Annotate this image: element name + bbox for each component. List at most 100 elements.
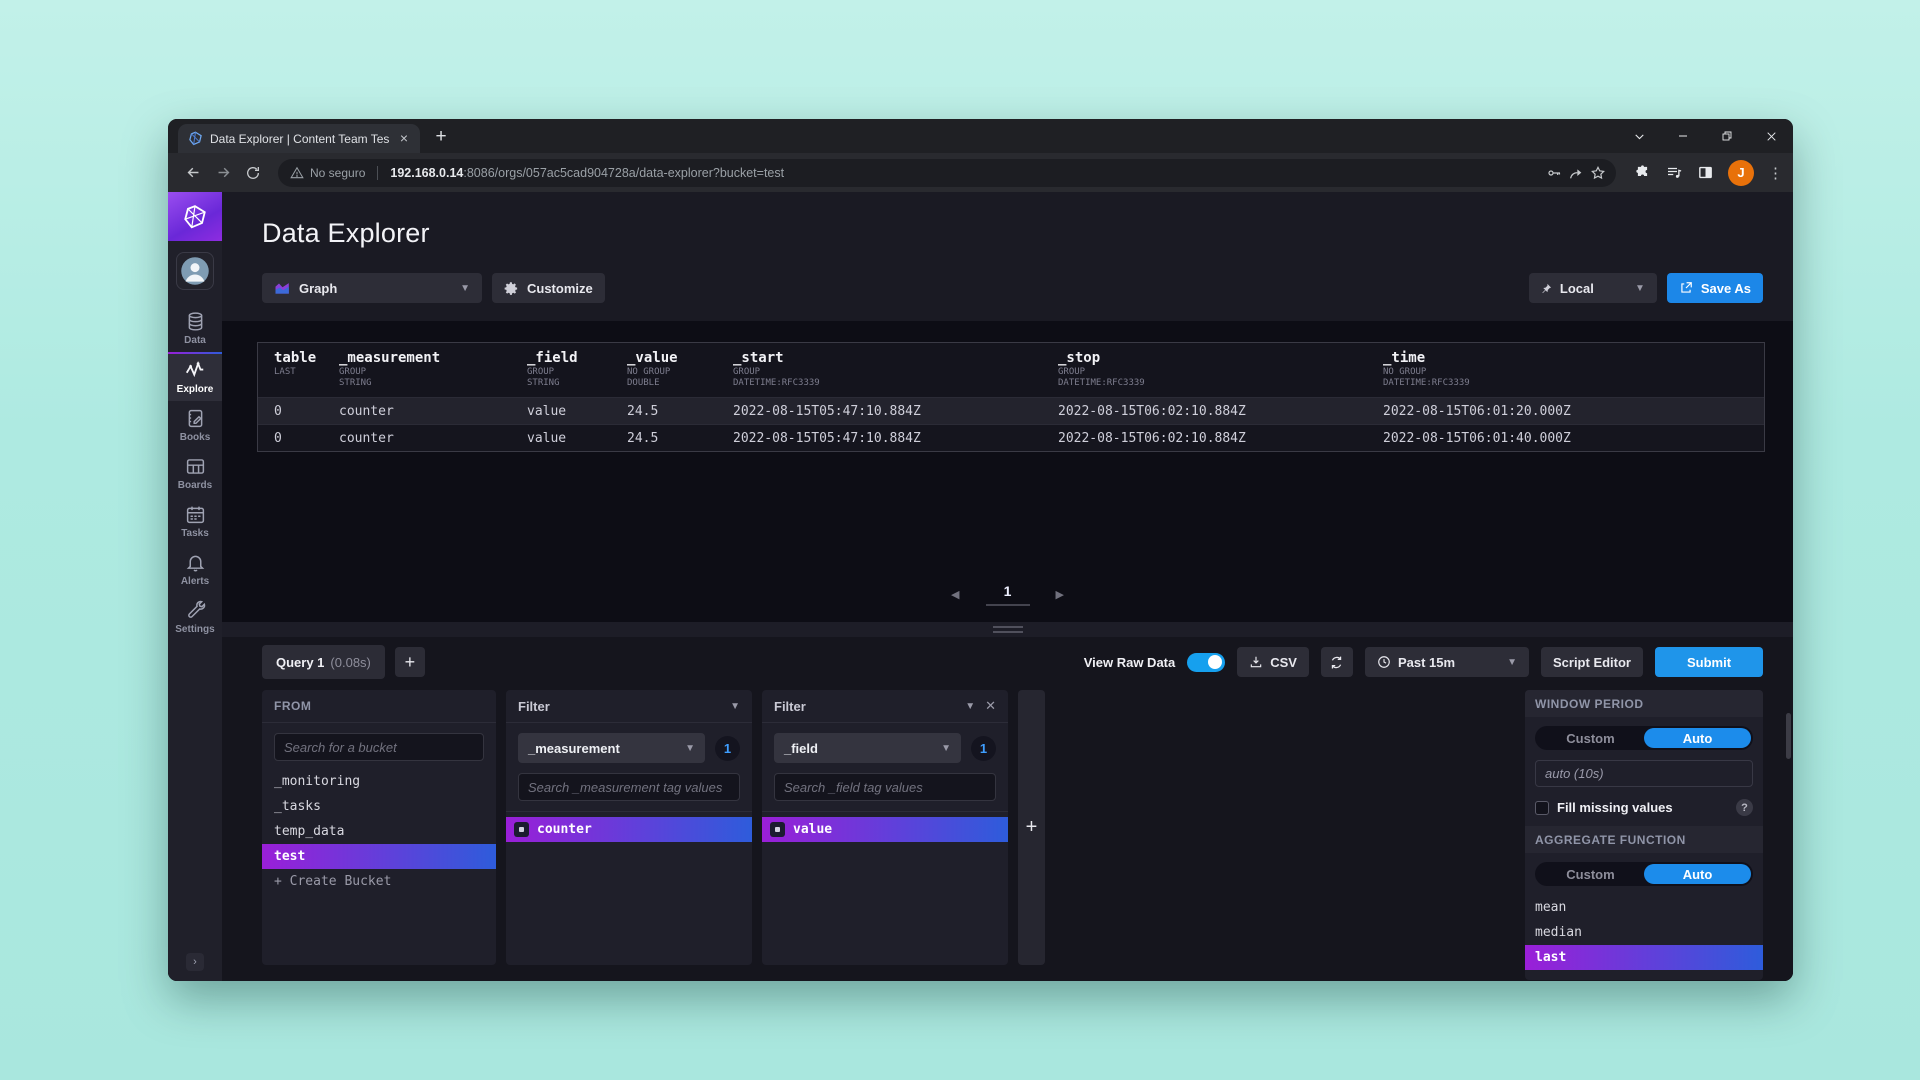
- column-header[interactable]: table: [274, 350, 339, 367]
- window-minimize-button[interactable]: [1661, 122, 1705, 150]
- extensions-puzzle-icon[interactable]: [1634, 164, 1651, 181]
- chevron-down-icon[interactable]: ▼: [965, 701, 975, 712]
- column-header[interactable]: _value: [627, 350, 733, 367]
- auto-option[interactable]: Auto: [1644, 864, 1751, 884]
- password-key-icon[interactable]: [1546, 165, 1562, 181]
- browser-menu-icon[interactable]: ⋮: [1768, 164, 1783, 182]
- tab-close-icon[interactable]: ×: [396, 131, 412, 147]
- filter-key-dropdown[interactable]: _measurement ▼: [518, 733, 705, 763]
- custom-option[interactable]: Custom: [1537, 864, 1644, 884]
- page-prev-icon[interactable]: ◀: [951, 588, 959, 601]
- query-tab[interactable]: Query 1 (0.08s): [262, 645, 385, 679]
- window-chevron-icon[interactable]: [1617, 122, 1661, 150]
- user-avatar[interactable]: [176, 252, 214, 290]
- sidebar-item-data[interactable]: Data: [168, 304, 222, 352]
- refresh-button[interactable]: [1321, 647, 1353, 677]
- graph-type-dropdown[interactable]: Graph ▼: [262, 273, 482, 303]
- window-restore-button[interactable]: [1705, 122, 1749, 150]
- checkbox-icon: [770, 822, 785, 837]
- filter-count-badge: 1: [971, 736, 996, 761]
- column-header[interactable]: _start: [733, 350, 1058, 367]
- url-text[interactable]: 192.168.0.14:8086/orgs/057ac5cad904728a/…: [390, 166, 1540, 180]
- security-label[interactable]: No seguro: [310, 166, 365, 180]
- function-item[interactable]: median: [1525, 920, 1763, 945]
- add-filter-card-button[interactable]: +: [1018, 690, 1045, 965]
- browser-tab[interactable]: Data Explorer | Content Team Tes ×: [178, 124, 420, 153]
- bookmark-star-icon[interactable]: [1590, 165, 1606, 181]
- side-panel-icon[interactable]: [1697, 164, 1714, 181]
- save-as-icon: [1679, 281, 1693, 295]
- clock-icon: [1377, 655, 1391, 669]
- profile-avatar[interactable]: J: [1728, 160, 1754, 186]
- bucket-item[interactable]: temp_data: [262, 819, 496, 844]
- not-secure-warning-icon: [290, 166, 304, 180]
- script-editor-button[interactable]: Script Editor: [1541, 647, 1643, 677]
- window-close-button[interactable]: [1749, 122, 1793, 150]
- field-search-input[interactable]: [774, 773, 996, 801]
- remove-filter-icon[interactable]: ✕: [985, 698, 996, 714]
- sidebar-item-explore[interactable]: Explore: [168, 352, 222, 401]
- column-header[interactable]: _field: [527, 350, 627, 367]
- sidebar-item-settings[interactable]: Settings: [168, 593, 222, 641]
- influxdb-logo-icon[interactable]: [168, 192, 222, 241]
- bucket-search-input[interactable]: [274, 733, 484, 761]
- add-query-button[interactable]: +: [395, 647, 425, 677]
- address-bar[interactable]: No seguro 192.168.0.14:8086/orgs/057ac5c…: [278, 159, 1616, 187]
- back-icon[interactable]: [180, 160, 206, 186]
- table-row[interactable]: 0 counter value 24.5 2022-08-15T05:47:10…: [258, 424, 1764, 451]
- table-row[interactable]: 0 counter value 24.5 2022-08-15T05:47:10…: [258, 397, 1764, 424]
- filter-card-field: Filter ▼ ✕ _field ▼ 1: [762, 690, 1008, 965]
- function-item[interactable]: mean: [1525, 895, 1763, 920]
- help-icon[interactable]: ?: [1736, 799, 1753, 816]
- nav-expand-icon[interactable]: ›: [186, 953, 204, 971]
- save-as-button[interactable]: Save As: [1667, 273, 1763, 303]
- measurement-search-input[interactable]: [518, 773, 740, 801]
- function-item-selected[interactable]: last: [1525, 945, 1763, 970]
- page-next-icon[interactable]: ▶: [1056, 588, 1064, 601]
- url-path: :8086/orgs/057ac5cad904728a/data-explore…: [463, 166, 784, 180]
- column-header[interactable]: _measurement: [339, 350, 527, 367]
- filter-key-row: _field ▼ 1: [774, 733, 996, 763]
- window-controls: [1617, 122, 1793, 150]
- sidebar-item-boards[interactable]: Boards: [168, 449, 222, 497]
- chevron-down-icon[interactable]: ▼: [730, 701, 740, 712]
- time-range-dropdown[interactable]: Past 15m ▼: [1365, 647, 1529, 677]
- omnibox-divider: [377, 166, 378, 180]
- chevron-down-icon: ▼: [685, 743, 695, 754]
- csv-download-button[interactable]: CSV: [1237, 647, 1309, 677]
- checkbox-icon: [514, 822, 529, 837]
- filter-value-selected[interactable]: value: [762, 817, 1008, 842]
- sidebar-item-books[interactable]: Books: [168, 401, 222, 449]
- tasks-calendar-icon: [185, 504, 206, 525]
- browser-toolbar: No seguro 192.168.0.14:8086/orgs/057ac5c…: [168, 153, 1793, 192]
- alerts-bell-icon: [185, 552, 206, 573]
- customize-button[interactable]: Customize: [492, 273, 605, 303]
- custom-option[interactable]: Custom: [1537, 728, 1644, 748]
- books-icon: [185, 408, 206, 429]
- timezone-dropdown[interactable]: Local ▼: [1529, 273, 1657, 303]
- column-header[interactable]: _time: [1383, 350, 1764, 367]
- window-period-value[interactable]: auto (10s): [1535, 760, 1753, 787]
- scrollbar-thumb[interactable]: [1786, 713, 1791, 759]
- bucket-item[interactable]: _monitoring: [262, 769, 496, 794]
- bucket-item-selected[interactable]: test: [262, 844, 496, 869]
- filter-value-selected[interactable]: counter: [506, 817, 752, 842]
- submit-button[interactable]: Submit: [1655, 647, 1763, 677]
- forward-icon[interactable]: [210, 160, 236, 186]
- sidebar-item-alerts[interactable]: Alerts: [168, 545, 222, 593]
- panel-resize-handle[interactable]: [222, 622, 1793, 637]
- share-icon[interactable]: [1568, 165, 1584, 181]
- filter-key-dropdown[interactable]: _field ▼: [774, 733, 961, 763]
- fill-missing-checkbox[interactable]: [1535, 801, 1549, 815]
- view-raw-data-toggle[interactable]: [1187, 653, 1225, 672]
- reload-icon[interactable]: [240, 160, 266, 186]
- column-header[interactable]: _stop: [1058, 350, 1383, 367]
- new-tab-button[interactable]: +: [428, 125, 454, 151]
- sidebar-item-tasks[interactable]: Tasks: [168, 497, 222, 545]
- page-number[interactable]: 1: [986, 583, 1030, 606]
- playlist-icon[interactable]: [1665, 164, 1683, 182]
- bucket-item[interactable]: _tasks: [262, 794, 496, 819]
- create-bucket-button[interactable]: + Create Bucket: [262, 869, 496, 894]
- auto-option[interactable]: Auto: [1644, 728, 1751, 748]
- view-raw-data-label: View Raw Data: [1084, 655, 1176, 670]
